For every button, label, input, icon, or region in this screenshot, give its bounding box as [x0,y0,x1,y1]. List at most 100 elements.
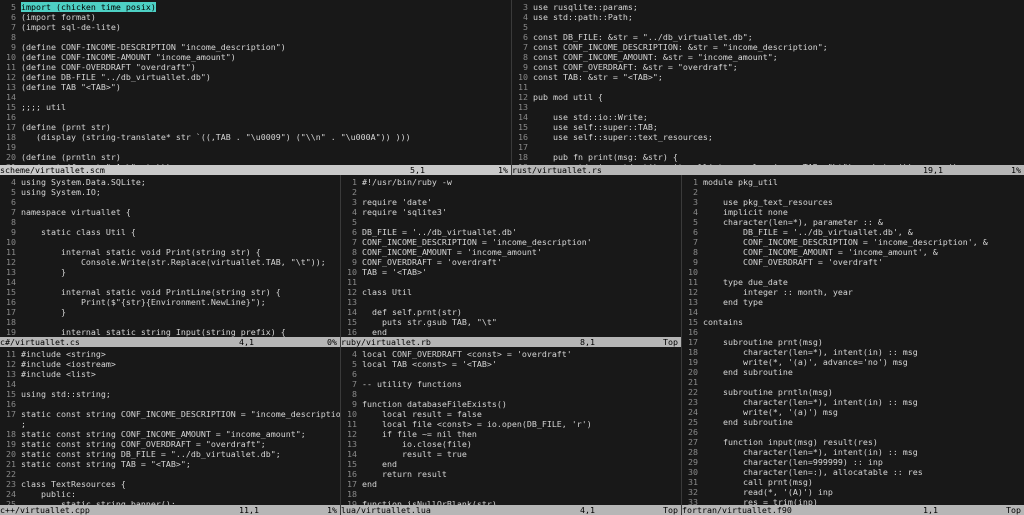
code-line[interactable]: 14 [682,307,1024,317]
code-line[interactable]: 32 read(*, '(A)') inp [682,487,1024,497]
code-line[interactable]: 8 [0,217,340,227]
code-line[interactable]: 16 [0,399,340,409]
code-line[interactable]: 8 [341,389,681,399]
code-line[interactable]: 12 (define DB-FILE "../db_virtuallet.db") [0,72,511,82]
code-line[interactable]: 25 end subroutine [682,417,1024,427]
code-line[interactable]: 30 character(len=:), allocatable :: res [682,467,1024,477]
code-line[interactable]: 13 end type [682,297,1024,307]
code-line[interactable]: 17 end [341,479,681,489]
code-line[interactable]: 5 [512,22,1024,32]
code-line[interactable]: 16 [0,112,511,122]
code-line[interactable]: 8 [0,32,511,42]
code-line[interactable]: 16 use self::super::text_resources; [512,132,1024,142]
code-line[interactable]: 6 [0,197,340,207]
code-line[interactable]: 15 end [341,459,681,469]
code-line[interactable]: 5 import (chicken time posix) [0,2,511,12]
code-line[interactable]: 14 [0,277,340,287]
code-line[interactable]: 12 integer :: month, year [682,287,1024,297]
code-line[interactable]: 17 subroutine prnt(msg) [682,337,1024,347]
code-line[interactable]: 23 class TextResources { [0,479,340,489]
code-line[interactable]: 10 [682,267,1024,277]
code-line[interactable]: 18 pub fn print(msg: &str) { [512,152,1024,162]
code-line[interactable]: 15 puts str.gsub TAB, "\t" [341,317,681,327]
code-line[interactable]: 20 end subroutine [682,367,1024,377]
code-line[interactable]: 10 [0,237,340,247]
code-line[interactable]: 6 DB_FILE = '../db_virtuallet.db' [341,227,681,237]
code-line[interactable]: 7 -- utility functions [341,379,681,389]
code-line[interactable]: 6 [341,369,681,379]
code-area-cpp[interactable]: 11 #include <string> 12 #include <iostream>… [0,347,340,505]
code-line[interactable]: 24 public: [0,489,340,499]
code-line[interactable]: 9 static class Util { [0,227,340,237]
code-line[interactable]: 16 [682,327,1024,337]
code-line[interactable]: 15 internal static void PrintLine(string… [0,287,340,297]
code-line[interactable]: 9 (define CONF-INCOME-DESCRIPTION "income… [0,42,511,52]
code-line[interactable]: 11 [341,277,681,287]
code-line[interactable]: 16 return result [341,469,681,479]
code-line[interactable]: 11 type due_date [682,277,1024,287]
code-line[interactable]: 9 const CONF_OVERDRAFT: &str = "overdraft… [512,62,1024,72]
code-area-rust[interactable]: 3 use rusqlite::params; 4 use std::path::Pa… [512,0,1024,165]
code-line[interactable]: 8 CONF_INCOME_AMOUNT = 'income_amount', … [682,247,1024,257]
code-line[interactable]: 19 static const string CONF_OVERDRAFT = "… [0,439,340,449]
code-area-fortran[interactable]: 1 module pkg_util 2 3 use pkg_text_resource… [682,175,1024,505]
code-line[interactable]: 13 [512,102,1024,112]
code-line[interactable]: ; [0,419,340,429]
code-line[interactable]: 10 TAB = '<TAB>' [341,267,681,277]
code-line[interactable]: 15 use self::super::TAB; [512,122,1024,132]
code-line[interactable]: 7 (import sql-de-lite) [0,22,511,32]
code-line[interactable]: 19 write(*, '(a)', advance='no') msg [682,357,1024,367]
code-line[interactable]: 10 const TAB: &str = "<TAB>"; [512,72,1024,82]
code-line[interactable]: 13 [341,297,681,307]
code-line[interactable]: 17 static const string CONF_INCOME_DESCRI… [0,409,340,419]
code-line[interactable]: 21 (prnt (format "~A~%" str))) [0,162,511,165]
code-line[interactable]: 2 [341,187,681,197]
code-line[interactable]: 28 character(len=*), intent(in) :: msg [682,447,1024,457]
code-line[interactable]: 4 implicit none [682,207,1024,217]
code-line[interactable]: 12 #include <iostream> [0,359,340,369]
code-line[interactable]: 11 [512,82,1024,92]
code-line[interactable]: 15 using std::string; [0,389,340,399]
code-line[interactable]: 16 end [341,327,681,337]
code-line[interactable]: 20 (define (prntln str) [0,152,511,162]
code-line[interactable]: 11 (define CONF-OVERDRAFT "overdraft") [0,62,511,72]
code-line[interactable]: 12 class Util [341,287,681,297]
code-line[interactable]: 3 use rusqlite::params; [512,2,1024,12]
code-line[interactable]: 12 Console.Write(str.Replace(virtuallet.… [0,257,340,267]
code-line[interactable]: 22 [0,469,340,479]
code-line[interactable]: 7 const CONF_INCOME_DESCRIPTION: &str = "… [512,42,1024,52]
editor-pane-scheme[interactable]: 5 import (chicken time posix) 6 (import for… [0,0,511,175]
code-line[interactable]: 6 (import format) [0,12,511,22]
code-line[interactable]: 10 local result = false [341,409,681,419]
code-line[interactable]: 23 character(len=*), intent(in) :: msg [682,397,1024,407]
code-line[interactable]: 4 use std::path::Path; [512,12,1024,22]
code-line[interactable]: 18 character(len=*), intent(in) :: msg [682,347,1024,357]
code-line[interactable]: 9 CONF_OVERDRAFT = 'overdraft' [682,257,1024,267]
code-line[interactable]: 9 function databaseFileExists() [341,399,681,409]
code-line[interactable]: 5 using System.IO; [0,187,340,197]
code-line[interactable]: 1 module pkg_util [682,177,1024,187]
code-line[interactable]: 7 CONF_INCOME_DESCRIPTION = 'income_descr… [341,237,681,247]
code-area-scheme[interactable]: 5 import (chicken time posix) 6 (import for… [0,0,511,165]
code-line[interactable]: 17 (define (prnt str) [0,122,511,132]
code-line[interactable]: 19 internal static string Input(string p… [0,327,340,337]
code-line[interactable]: 20 static const string DB_FILE = "../db_v… [0,449,340,459]
code-line[interactable]: 6 const DB_FILE: &str = "../db_virtuallet… [512,32,1024,42]
code-line[interactable]: 4 require 'sqlite3' [341,207,681,217]
code-line[interactable]: 15 ;;;; util [0,102,511,112]
code-line[interactable]: 26 [682,427,1024,437]
code-line[interactable]: 27 function input(msg) result(res) [682,437,1024,447]
code-line[interactable]: 14 [0,92,511,102]
code-line[interactable]: 25 static string banner(); [0,499,340,505]
code-line[interactable]: 19 [0,142,511,152]
editor-pane-rust[interactable]: 3 use rusqlite::params; 4 use std::path::Pa… [511,0,1024,175]
code-line[interactable]: 12 pub mod util { [512,92,1024,102]
code-line[interactable]: 4 local CONF_OVERDRAFT <const> = 'overdra… [341,349,681,359]
code-line[interactable]: 17 } [0,307,340,317]
code-line[interactable]: 22 subroutine prntln(msg) [682,387,1024,397]
code-line[interactable]: 3 use pkg_text_resources [682,197,1024,207]
code-line[interactable]: 19 std::io::stdout().write_all(str::repl… [512,162,1024,165]
code-area-ruby[interactable]: 1 #!/usr/bin/ruby -w 2 3 require 'date' 4 requ… [341,175,681,337]
code-line[interactable]: 15 contains [682,317,1024,327]
code-line[interactable]: 6 DB_FILE = '../db_virtuallet.db', & [682,227,1024,237]
